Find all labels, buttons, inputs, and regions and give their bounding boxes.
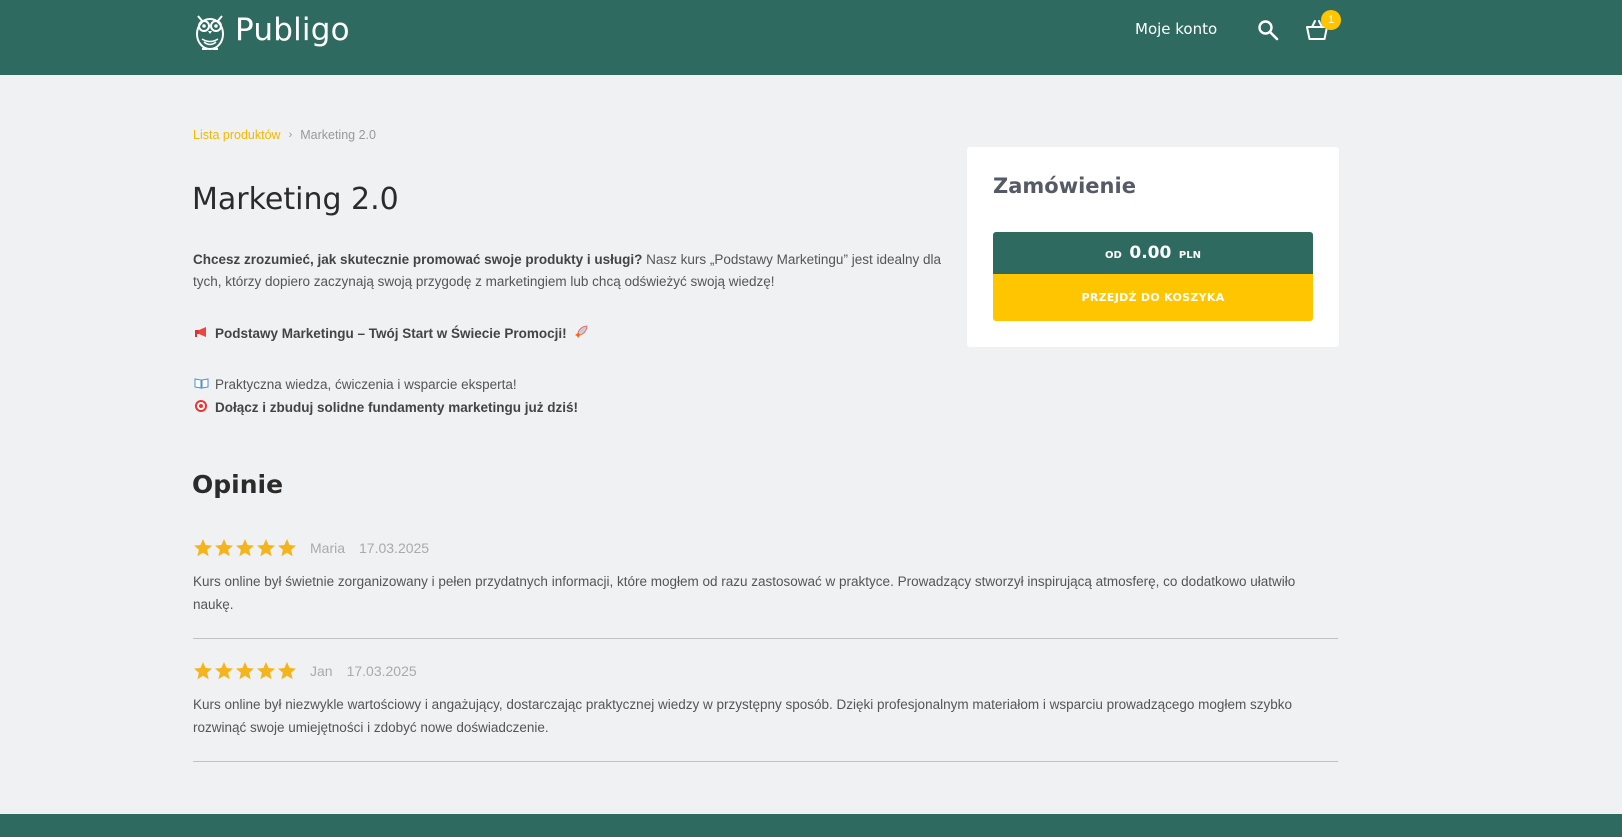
star-icon	[215, 539, 233, 557]
site-header: Publigo Moje konto 1	[0, 0, 1622, 75]
breadcrumb: Lista produktów › Marketing 2.0	[193, 128, 376, 142]
review-item: Maria 17.03.2025 Kurs online był świetni…	[193, 536, 1338, 639]
star-icon	[236, 662, 254, 680]
star-icon	[215, 662, 233, 680]
logo-text: Publigo	[235, 12, 350, 48]
review-item: Jan 17.03.2025 Kurs online był niezwykle…	[193, 659, 1338, 762]
star-icon	[278, 662, 296, 680]
headline-text: Podstawy Marketingu – Twój Start w Świec…	[215, 326, 567, 341]
rating-stars	[193, 661, 298, 681]
review-date: 17.03.2025	[359, 540, 430, 556]
product-title: Marketing 2.0	[192, 182, 399, 217]
breadcrumb-product-list-link[interactable]: Lista produktów	[193, 128, 281, 142]
star-icon	[278, 539, 296, 557]
review-author: Jan	[310, 663, 333, 679]
description-lead: Chcesz zrozumieć, jak skutecznie promowa…	[193, 252, 643, 267]
knowledge-text: Praktyczna wiedza, ćwiczenia i wsparcie …	[215, 377, 517, 392]
account-link[interactable]: Moje konto	[1135, 20, 1217, 38]
star-icon	[257, 662, 275, 680]
search-icon[interactable]	[1256, 18, 1280, 42]
breadcrumb-current: Marketing 2.0	[300, 128, 376, 142]
review-header: Jan 17.03.2025	[193, 659, 1338, 683]
rating-stars	[193, 538, 298, 558]
go-to-cart-button[interactable]: PRZEJDŹ DO KOSZYKA	[993, 274, 1313, 321]
review-text: Kurs online był niezwykle wartościowy i …	[193, 697, 1292, 735]
owl-logo-icon	[196, 15, 224, 50]
price-prefix: OD	[1105, 250, 1122, 261]
order-title: Zamówienie	[993, 174, 1136, 198]
price-currency: PLN	[1178, 250, 1201, 261]
review-author: Maria	[310, 540, 346, 556]
logo[interactable]: Publigo	[193, 8, 350, 52]
price-value: 0.00	[1129, 243, 1172, 263]
star-icon	[194, 539, 212, 557]
opinions-title: Opinie	[192, 470, 284, 499]
megaphone-icon	[193, 326, 209, 341]
star-icon	[236, 539, 254, 557]
product-description: Chcesz zrozumieć, jak skutecznie promowa…	[193, 249, 953, 293]
review-header: Maria 17.03.2025	[193, 536, 1338, 560]
cart-count-badge: 1	[1321, 10, 1341, 30]
chevron-right-icon: ›	[288, 129, 293, 141]
product-line-knowledge: Praktyczna wiedza, ćwiczenia i wsparcie …	[193, 377, 517, 392]
book-icon	[193, 377, 209, 392]
star-icon	[257, 539, 275, 557]
site-footer	[0, 814, 1622, 837]
join-text: Dołącz i zbuduj solidne fundamenty marke…	[215, 400, 579, 415]
product-headline: Podstawy Marketingu – Twój Start w Świec…	[193, 325, 595, 342]
star-icon	[194, 662, 212, 680]
product-line-join: Dołącz i zbuduj solidne fundamenty marke…	[193, 399, 578, 416]
rocket-icon	[573, 325, 589, 342]
review-text: Kurs online był świetnie zorganizowany i…	[193, 574, 1296, 612]
order-panel: Zamówienie OD 0.00 PLN PRZEJDŹ DO KOSZYK…	[967, 147, 1339, 347]
price-display: OD 0.00 PLN	[993, 232, 1313, 274]
review-date: 17.03.2025	[346, 663, 417, 679]
target-icon	[193, 399, 209, 416]
